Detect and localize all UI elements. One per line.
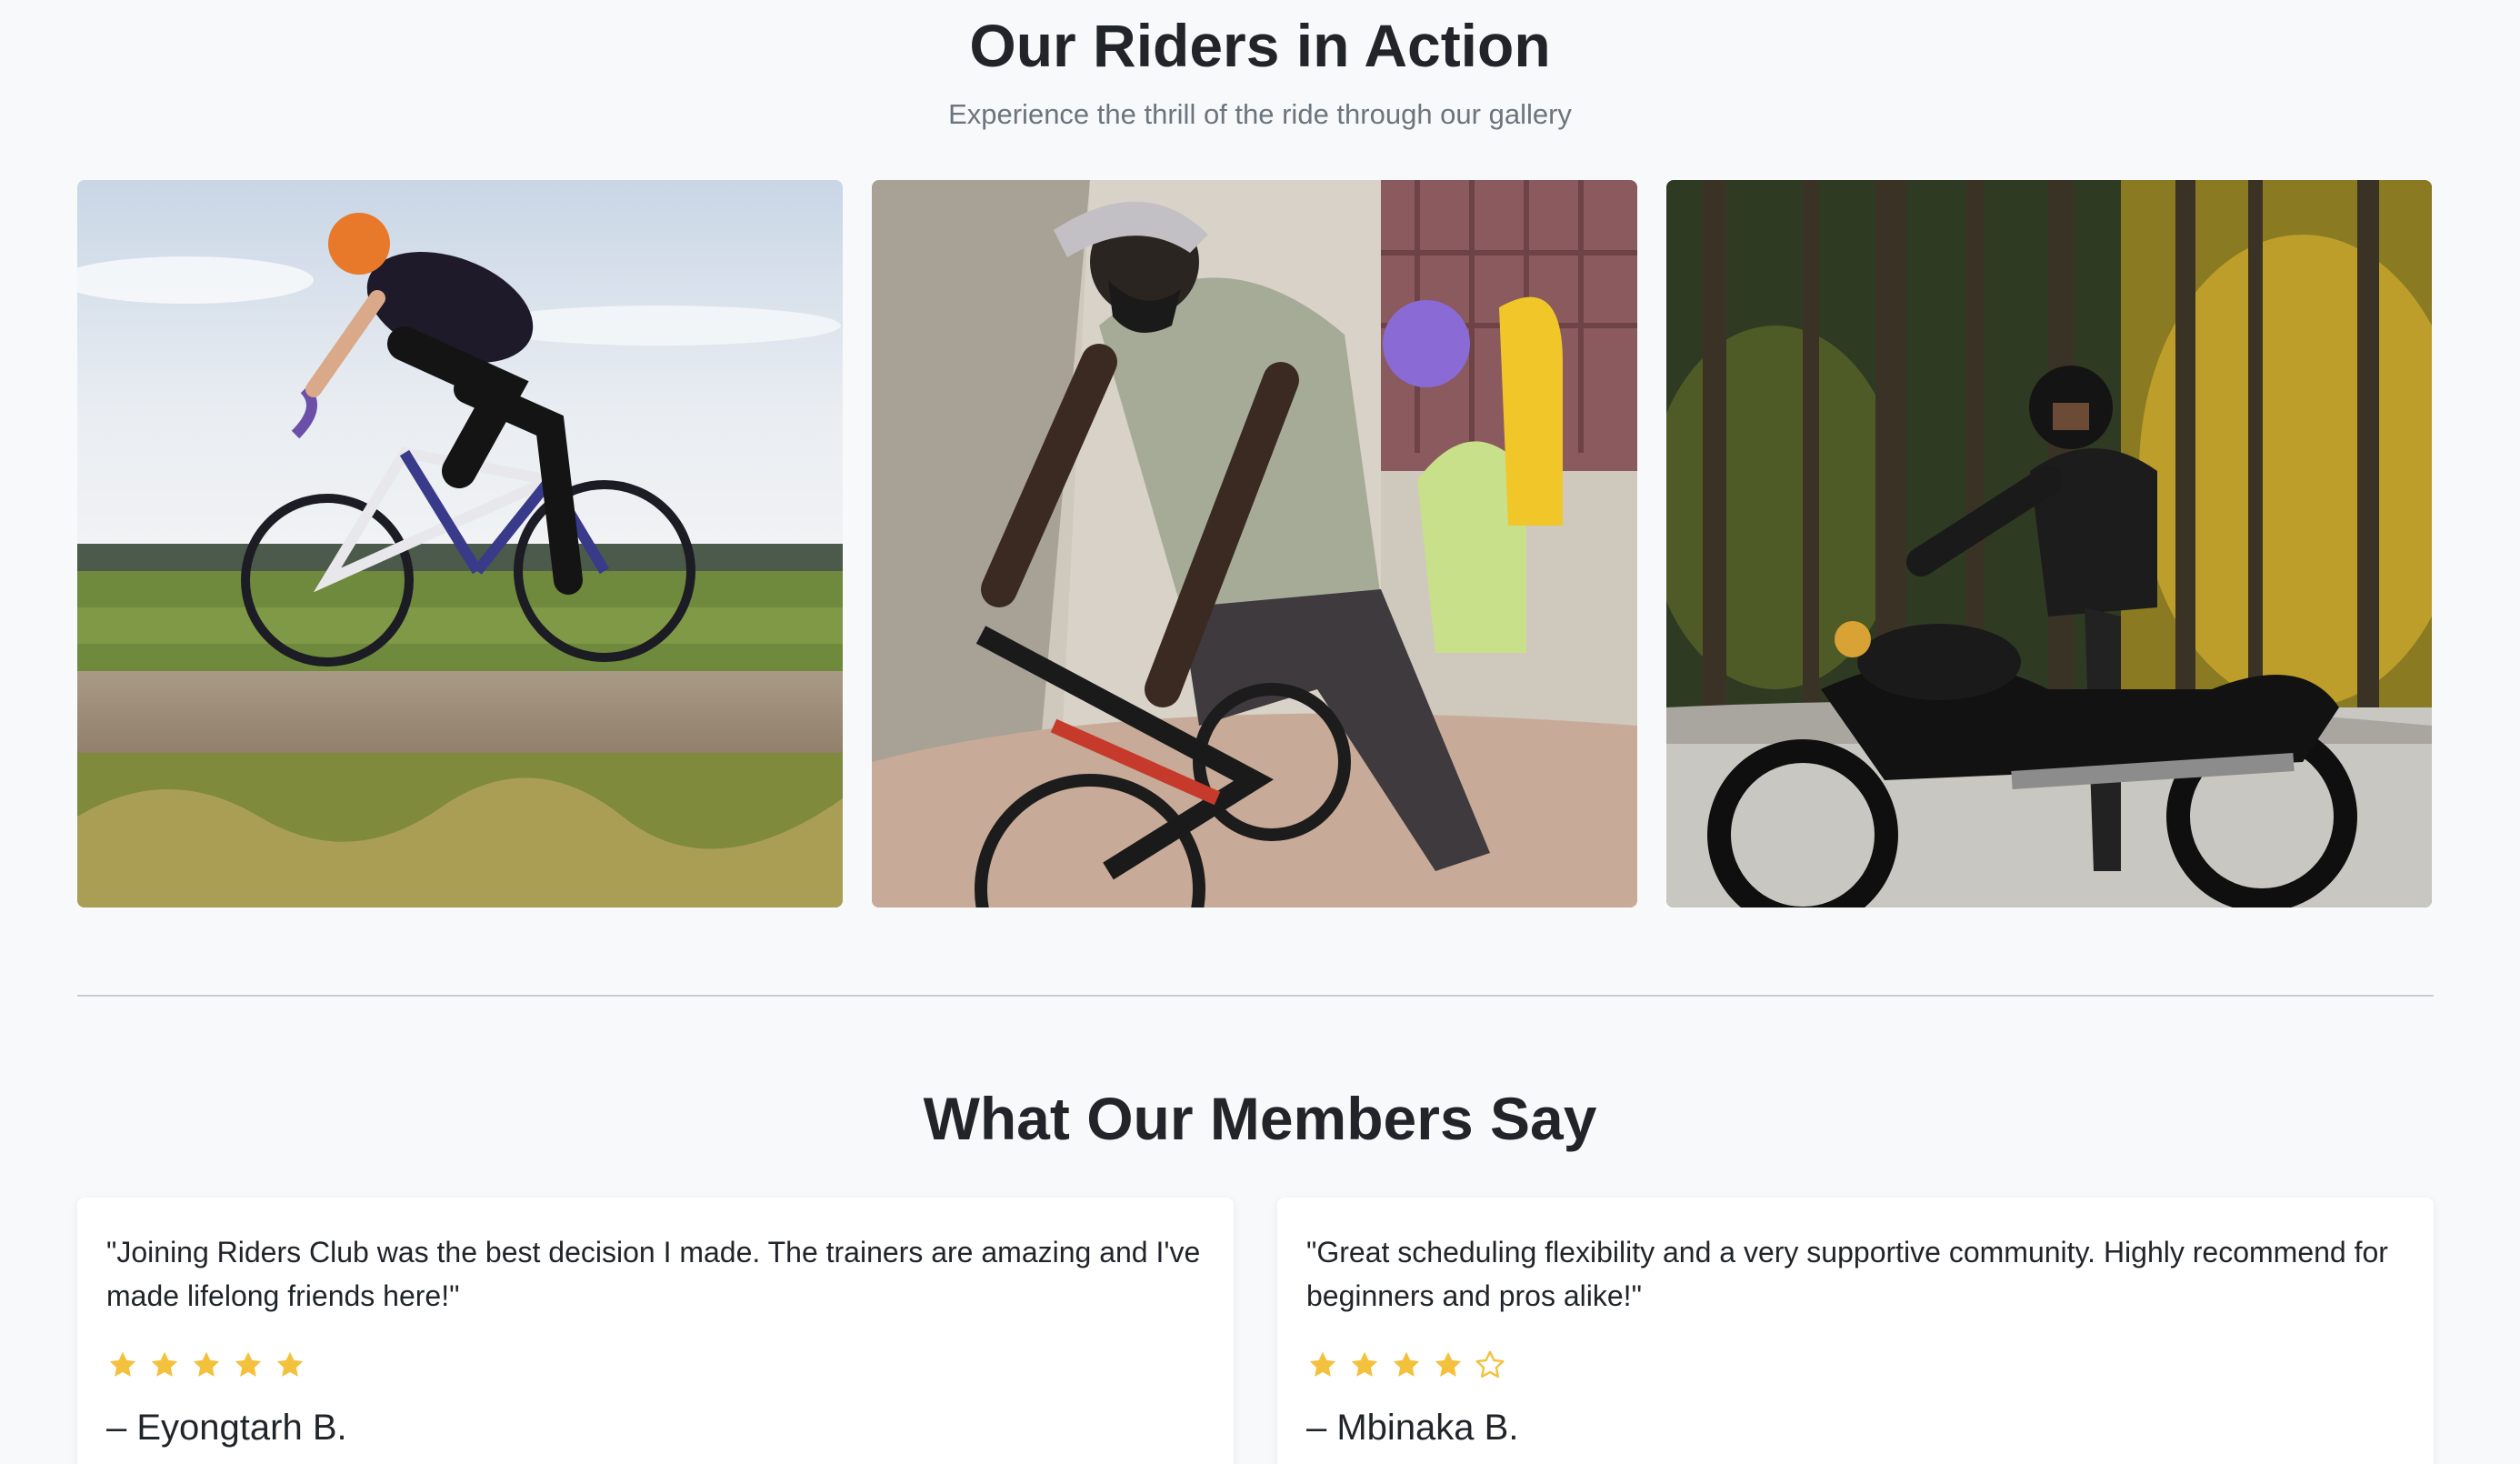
star-rating <box>1306 1349 2405 1389</box>
testimonial-card: "Joining Riders Club was the best decisi… <box>77 1198 1234 1464</box>
gallery-subtitle: Experience the thrill of the ride throug… <box>948 98 1572 130</box>
page: Our Riders in Action Experience the thri… <box>0 0 2520 1464</box>
testimonial-author: – Eyongtarh B. <box>106 1408 347 1448</box>
star-filled-icon <box>1306 1349 1339 1381</box>
testimonials-title: What Our Members Say <box>923 1085 1597 1152</box>
gallery-photo-road-cyclist[interactable] <box>77 180 843 907</box>
star-filled-icon <box>106 1349 139 1381</box>
star-filled-icon <box>1390 1349 1423 1381</box>
star-filled-icon <box>190 1349 223 1381</box>
star-filled-icon <box>274 1349 306 1381</box>
star-filled-icon <box>1432 1349 1465 1381</box>
gallery-photo-family-bike[interactable] <box>872 180 1637 907</box>
section-divider <box>77 995 2434 997</box>
testimonial-quote: "Great scheduling flexibility and a very… <box>1306 1236 2388 1312</box>
star-filled-icon <box>148 1349 181 1381</box>
star-filled-icon <box>1348 1349 1381 1381</box>
star-rating <box>106 1349 1205 1389</box>
gallery-photo-motorcycle-forest[interactable] <box>1666 180 2432 907</box>
star-filled-icon <box>232 1349 265 1381</box>
gallery-title: Our Riders in Action <box>969 12 1551 79</box>
star-outline-icon <box>1474 1349 1506 1381</box>
testimonial-author: – Mbinaka B. <box>1306 1408 1519 1448</box>
testimonial-card: "Great scheduling flexibility and a very… <box>1277 1198 2434 1464</box>
testimonial-quote: "Joining Riders Club was the best decisi… <box>106 1236 1201 1312</box>
